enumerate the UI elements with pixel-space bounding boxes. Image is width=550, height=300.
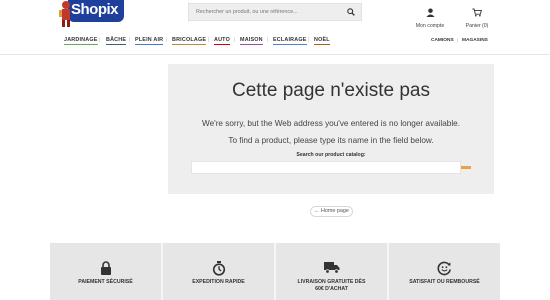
not-found-panel: Cette page n'existe pas We're sorry, but…: [168, 64, 494, 194]
account-link[interactable]: Mon compte: [414, 4, 446, 29]
nav-item-plein-air[interactable]: PLEIN AIR: [135, 37, 164, 45]
feature-label: SATISFAIT OU REMBOURSÉ: [409, 279, 480, 285]
error-message: We're sorry, but the Web address you've …: [202, 119, 460, 128]
feature-label: PAIEMENT SÉCURISÉ: [78, 279, 133, 285]
nav-item-bricolage[interactable]: BRICOLAGE: [172, 37, 207, 45]
search-button[interactable]: [341, 4, 361, 20]
nav-separator: |: [129, 37, 131, 43]
nav-separator: |: [208, 37, 210, 43]
page-title: Cette page n'existe pas: [232, 80, 430, 101]
nav-item-noel[interactable]: NOËL: [314, 37, 330, 45]
nav-item-bache[interactable]: BÂCHE: [106, 37, 127, 45]
truck-icon: [323, 262, 339, 274]
nav-separator: |: [308, 37, 310, 43]
feature-fast-shipping: EXPEDITION RAPIDE: [163, 243, 274, 300]
feature-satisfaction: SATISFAIT OU REMBOURSÉ: [389, 243, 500, 300]
cart-icon: [472, 8, 483, 17]
nav-item-jardinage[interactable]: JARDINAGE: [64, 37, 98, 45]
catalog-search-input[interactable]: [191, 161, 461, 174]
nav-item-eclairage[interactable]: ECLAIRAGE: [273, 37, 307, 45]
nav-separator: |: [99, 37, 101, 43]
reassurance-bar: PAIEMENT SÉCURISÉ EXPEDITION RAPIDE LIVR…: [50, 243, 500, 300]
cart-link[interactable]: Panier (0): [464, 4, 490, 29]
catalog-search-button[interactable]: [461, 166, 471, 169]
shopix-logo[interactable]: Shopix: [58, 0, 124, 27]
cart-label: Panier (0): [465, 23, 489, 29]
search-bar: [188, 3, 362, 21]
refund-icon: [437, 261, 451, 276]
category-nav: JARDINAGE | BÂCHE | PLEIN AIR | BRICOLAG…: [0, 37, 550, 47]
logo-text: Shopix: [71, 1, 119, 18]
catalog-search-label: Search our product catalog:: [296, 152, 366, 158]
stopwatch-icon: [212, 261, 225, 276]
feature-free-delivery: LIVRAISON GRATUITE DÈS 60€ D'ACHAT: [276, 243, 387, 300]
nav-separator: |: [267, 37, 269, 43]
nav-divider: [0, 54, 550, 55]
nav-separator: |: [166, 37, 168, 43]
feature-label-line2: 60€ D'ACHAT: [315, 285, 348, 292]
account-label: Mon compte: [415, 23, 445, 29]
nav-separator: |: [234, 37, 236, 43]
search-icon: [347, 8, 355, 16]
feature-label: EXPEDITION RAPIDE: [192, 279, 245, 285]
nav-item-maison[interactable]: MAISON: [240, 37, 263, 45]
search-input[interactable]: [189, 4, 339, 20]
user-icon: [425, 8, 435, 17]
nav-link-camions[interactable]: CAMIONS: [431, 38, 454, 43]
header: Shopix Mon compte Panier (0): [0, 0, 550, 32]
nav-separator: |: [457, 38, 459, 44]
help-message: To find a product, please type its name …: [228, 136, 434, 145]
lock-icon: [100, 261, 111, 275]
nav-link-magasins[interactable]: MAGASINS: [462, 38, 488, 43]
feature-secure-payment: PAIEMENT SÉCURISÉ: [50, 243, 161, 300]
nav-item-auto[interactable]: AUTO: [214, 37, 230, 45]
home-page-button[interactable]: ← Home page: [310, 206, 353, 217]
